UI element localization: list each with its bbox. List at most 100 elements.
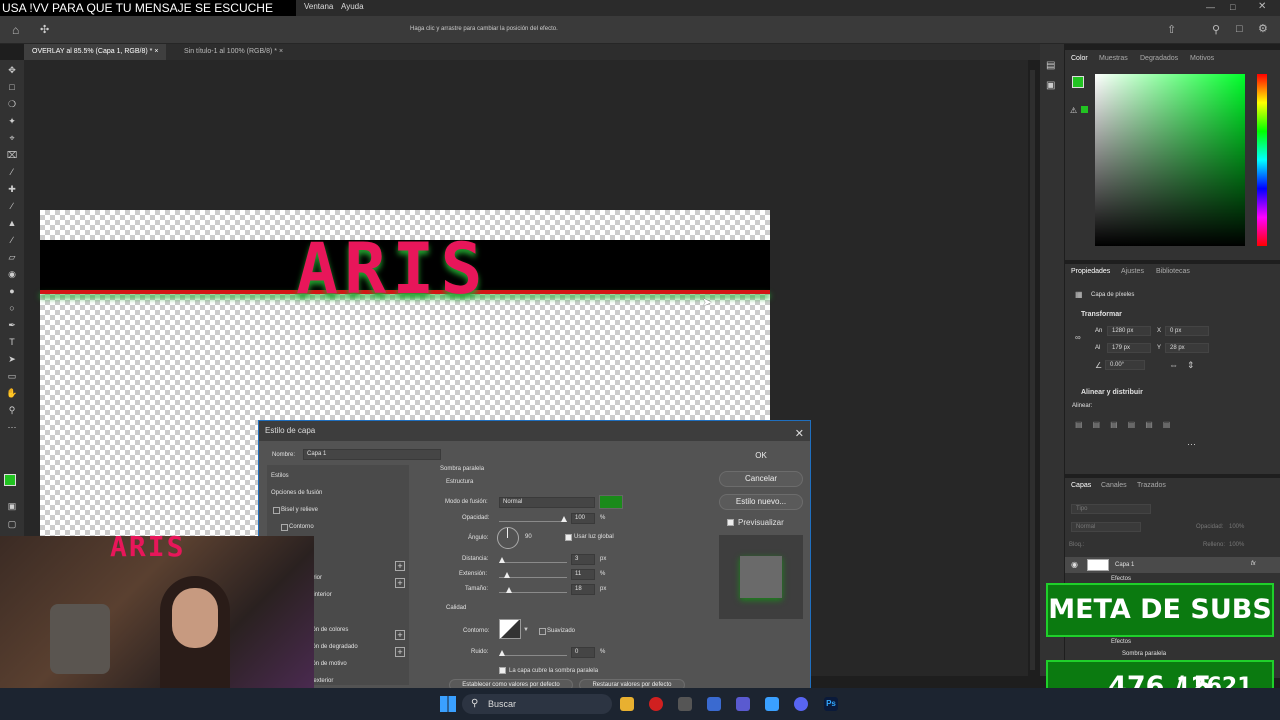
- visibility-eye-icon[interactable]: ◉: [1071, 560, 1078, 569]
- effect-drop-shadow[interactable]: Sombra paralela: [1122, 651, 1166, 657]
- hand-icon[interactable]: ✋: [6, 387, 18, 399]
- tab-layers[interactable]: Capas: [1071, 482, 1091, 489]
- discord-icon[interactable]: [794, 697, 808, 711]
- canvas-scrollbar[interactable]: [1030, 70, 1035, 670]
- cancel-button[interactable]: Cancelar: [719, 471, 803, 487]
- opacity-field[interactable]: 100: [571, 513, 595, 524]
- mail-icon[interactable]: [707, 697, 721, 711]
- gamut-swatch[interactable]: [1081, 106, 1088, 113]
- tab-overlay[interactable]: OVERLAY al 85.5% (Capa 1, RGB/8) * ×: [24, 44, 167, 60]
- text-tool-icon[interactable]: T: [6, 336, 18, 348]
- layer-name[interactable]: Capa 1: [1115, 562, 1134, 568]
- angle-dial[interactable]: [497, 527, 519, 549]
- store-icon[interactable]: [765, 697, 779, 711]
- zoom-icon[interactable]: ⚲: [6, 404, 18, 416]
- add-style-button[interactable]: +: [395, 561, 405, 571]
- close-tab-icon[interactable]: ×: [154, 48, 158, 55]
- layer-opacity-value[interactable]: 100%: [1229, 524, 1244, 530]
- healing-icon[interactable]: ✚: [6, 183, 18, 195]
- name-field[interactable]: Capa 1: [303, 449, 441, 460]
- magic-wand-icon[interactable]: ✦: [6, 115, 18, 127]
- search-icon[interactable]: ⚲: [1212, 23, 1220, 36]
- spread-knob[interactable]: [504, 572, 510, 578]
- lasso-icon[interactable]: ❍: [6, 98, 18, 110]
- noise-field[interactable]: 0: [571, 647, 595, 658]
- fx-icon[interactable]: fx: [1251, 561, 1256, 567]
- bucket-icon[interactable]: ◉: [6, 268, 18, 280]
- home-icon[interactable]: ⌂: [12, 23, 19, 37]
- menu-ayuda[interactable]: Ayuda: [341, 2, 364, 11]
- opacity-knob[interactable]: [561, 516, 567, 522]
- shape-icon[interactable]: ▭: [6, 370, 18, 382]
- preview-checkbox[interactable]: [727, 519, 734, 526]
- windows-start-icon[interactable]: [440, 696, 456, 712]
- close-icon[interactable]: ✕: [795, 424, 804, 444]
- flip-vertical-icon[interactable]: ⇕: [1187, 360, 1195, 371]
- style-item[interactable]: Contorno: [289, 524, 314, 530]
- minimize-icon[interactable]: —: [1206, 2, 1215, 12]
- tab-libraries[interactable]: Bibliotecas: [1156, 268, 1190, 275]
- styles-header[interactable]: Estilos: [271, 473, 289, 479]
- tab-color[interactable]: Color: [1071, 55, 1088, 62]
- frame-icon[interactable]: ⌧: [6, 149, 18, 161]
- gear-icon[interactable]: ⚙: [1258, 22, 1268, 35]
- history-brush-icon[interactable]: ∕: [6, 234, 18, 246]
- history-icon[interactable]: ▤: [1046, 60, 1055, 71]
- path-select-icon[interactable]: ➤: [6, 353, 18, 365]
- layer-search[interactable]: Tipo: [1071, 504, 1151, 514]
- spread-field[interactable]: 11: [571, 569, 595, 580]
- crop-icon[interactable]: ⌖: [6, 132, 18, 144]
- maximize-icon[interactable]: □: [1230, 2, 1235, 12]
- add-style-button[interactable]: +: [395, 578, 405, 588]
- bevel-checkbox[interactable]: [273, 507, 280, 514]
- distance-slider[interactable]: [499, 562, 567, 563]
- layer-blend-mode[interactable]: Normal: [1071, 522, 1141, 532]
- hue-slider[interactable]: [1257, 74, 1267, 246]
- tab-adjustments[interactable]: Ajustes: [1121, 268, 1144, 275]
- folder-icon[interactable]: [620, 697, 634, 711]
- dialog-title-bar[interactable]: Estilo de capa ✕: [259, 421, 810, 441]
- layer-row[interactable]: ◉ Capa 1 fx: [1065, 557, 1280, 573]
- chevron-down-icon[interactable]: ▼: [523, 627, 529, 633]
- align-buttons[interactable]: ▤▤▤▤▤▤: [1075, 420, 1195, 430]
- shadow-color-swatch[interactable]: [599, 495, 623, 509]
- contour-checkbox[interactable]: [281, 524, 288, 531]
- width-field[interactable]: 1280 px: [1107, 326, 1151, 336]
- brush-icon[interactable]: ∕: [6, 200, 18, 212]
- opera-icon[interactable]: [649, 697, 663, 711]
- global-light-checkbox[interactable]: [565, 534, 572, 541]
- antialias-checkbox[interactable]: [539, 628, 546, 635]
- style-item[interactable]: Bisel y relieve: [281, 507, 318, 513]
- foreground-color-swatch[interactable]: [4, 474, 16, 486]
- size-knob[interactable]: [506, 587, 512, 593]
- height-field[interactable]: 179 px: [1107, 343, 1151, 353]
- photoshop-icon[interactable]: Ps: [824, 697, 838, 711]
- pen-icon[interactable]: ✒: [6, 319, 18, 331]
- dodge-icon[interactable]: ○: [6, 302, 18, 314]
- eyedropper-icon[interactable]: ⁄: [6, 166, 18, 178]
- marquee-icon[interactable]: □: [6, 81, 18, 93]
- x-field[interactable]: 0 px: [1165, 326, 1209, 336]
- teams-icon[interactable]: [736, 697, 750, 711]
- more-options-icon[interactable]: ⋯: [1187, 439, 1196, 450]
- tab-swatches[interactable]: Muestras: [1099, 55, 1128, 62]
- knockout-checkbox[interactable]: [499, 667, 506, 674]
- angle-field[interactable]: 0.00°: [1105, 360, 1145, 370]
- more-tools-icon[interactable]: ⋯: [6, 421, 18, 433]
- app-icon[interactable]: [678, 697, 692, 711]
- tab-patterns[interactable]: Motivos: [1190, 55, 1214, 62]
- add-style-button[interactable]: +: [395, 647, 405, 657]
- tab-untitled[interactable]: Sin título-1 al 100% (RGB/8) * ×: [176, 44, 291, 60]
- opacity-slider[interactable]: [499, 521, 567, 522]
- distance-knob[interactable]: [499, 557, 505, 563]
- close-tab-icon[interactable]: ×: [279, 48, 283, 55]
- y-field[interactable]: 28 px: [1165, 343, 1209, 353]
- move-icon[interactable]: ✥: [6, 64, 18, 76]
- new-style-button[interactable]: Estilo nuevo...: [719, 494, 803, 510]
- share-icon[interactable]: ⇧: [1167, 23, 1176, 36]
- distance-field[interactable]: 3: [571, 554, 595, 565]
- angle-value[interactable]: 90: [525, 534, 532, 540]
- workspace-icon[interactable]: □: [1236, 23, 1243, 35]
- menu-ventana[interactable]: Ventana: [304, 2, 333, 11]
- tab-properties[interactable]: Propiedades: [1071, 268, 1110, 275]
